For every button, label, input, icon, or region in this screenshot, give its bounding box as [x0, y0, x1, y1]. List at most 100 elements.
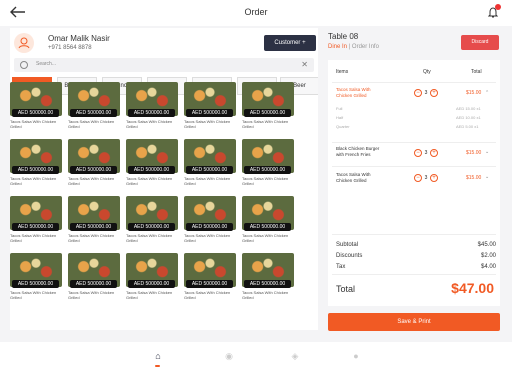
variant-price: AED 5.00 x1 [456, 124, 479, 129]
price-badge: AED 500000.00 [244, 109, 291, 117]
menu-item-card[interactable]: AED 500000.00 Tacos Salsa With Chicken Gr… [184, 196, 236, 248]
variant-price: AED 10.00 x1 [456, 115, 481, 120]
top-bar: Order [0, 0, 512, 26]
bell-icon[interactable] [487, 4, 501, 18]
order-panel: Table 08 Dine In | Order Info Discard It… [328, 28, 500, 331]
price-badge: AED 500000.00 [70, 109, 117, 117]
menu-item-card[interactable]: AED 500000.00 Tacos Salsa With Chicken Gr… [242, 196, 294, 248]
item-caption: Tacos Salsa With Chicken Grilled [242, 119, 289, 129]
item-caption: Tacos Salsa With Chicken Grilled [10, 119, 57, 129]
menu-item-card[interactable]: AED 500000.00 Tacos Salsa With Chicken Gr… [68, 196, 120, 248]
menu-item-card[interactable]: AED 500000.00 Tacos Salsa With Chicken Gr… [68, 139, 120, 191]
menu-item-card[interactable]: AED 500000.00 Tacos Salsa With Chicken Gr… [126, 139, 178, 191]
plus-icon[interactable]: + [430, 89, 438, 97]
item-caption: Tacos Salsa With Chicken Grilled [126, 233, 173, 243]
search-bar[interactable]: Search... ✕ [14, 58, 314, 72]
divider [332, 82, 496, 83]
price-badge: AED 500000.00 [128, 223, 175, 231]
menu-item-card[interactable]: AED 500000.00 Tacos Salsa With Chicken Gr… [10, 139, 62, 191]
menu-item-card[interactable]: AED 500000.00 Tacos Salsa With Chicken Gr… [126, 82, 178, 134]
order-info-link[interactable]: Order Info [352, 44, 379, 50]
item-caption: Tacos Salsa With Chicken Grilled [184, 233, 231, 243]
price-badge: AED 500000.00 [12, 223, 59, 231]
menu-item-card[interactable]: AED 500000.00 Tacos Salsa With Chicken Gr… [126, 196, 178, 248]
variant-label: Full [336, 106, 343, 111]
minus-icon[interactable]: − [414, 149, 422, 157]
plus-icon[interactable]: + [430, 149, 438, 157]
quantity-stepper[interactable]: − 3 + [414, 89, 438, 97]
item-caption: Tacos Salsa With Chicken Grilled [68, 233, 115, 243]
menu-item-card[interactable]: AED 500000.00 Tacos Salsa With Chicken Gr… [242, 139, 294, 191]
item-total: $15.00 [466, 175, 482, 181]
menu-item-card[interactable]: AED 500000.00 Tacos Salsa With Chicken Gr… [10, 253, 62, 305]
menu-item-card[interactable]: AED 500000.00 Tacos Salsa With Chicken Gr… [184, 82, 236, 134]
item-caption: Tacos Salsa With Chicken Grilled [184, 176, 231, 186]
menu-item-card[interactable]: AED 500000.00 Tacos Salsa With Chicken Gr… [242, 253, 294, 305]
menu-item-card[interactable]: AED 500000.00 Tacos Salsa With Chicken Gr… [126, 253, 178, 305]
quantity-stepper[interactable]: − 3 + [414, 174, 438, 182]
price-badge: AED 500000.00 [186, 166, 233, 174]
column-total: Total [471, 69, 482, 75]
menu-item-card[interactable]: AED 500000.00 Tacos Salsa With Chicken Gr… [242, 82, 294, 134]
menu-item-card[interactable]: AED 500000.00 Tacos Salsa With Chicken Gr… [10, 82, 62, 134]
close-icon[interactable]: ✕ [301, 60, 308, 69]
item-caption: Tacos Salsa With Chicken Grilled [242, 233, 289, 243]
notification-dot [495, 4, 501, 10]
plus-icon[interactable]: + [430, 174, 438, 182]
price-badge: AED 500000.00 [244, 223, 291, 231]
discard-button[interactable]: Discard [461, 35, 499, 50]
customer-button[interactable]: Customer + [264, 35, 316, 51]
price-badge: AED 500000.00 [244, 280, 291, 288]
dine-in-link[interactable]: Dine In [328, 44, 347, 50]
price-badge: AED 500000.00 [128, 280, 175, 288]
price-badge: AED 500000.00 [128, 109, 175, 117]
price-badge: AED 500000.00 [70, 223, 117, 231]
search-input[interactable]: Search... [36, 61, 56, 67]
divider [332, 166, 496, 167]
menu-item-card[interactable]: AED 500000.00 Tacos Salsa With Chicken Gr… [10, 196, 62, 248]
home-icon[interactable]: ⌂ [153, 351, 163, 361]
customer-name: Omar Malik Nasir [48, 34, 110, 43]
column-items: Items [336, 69, 349, 75]
order-list: Items Qty Total Tacos Salsa With Chicken… [328, 60, 500, 306]
customer-phone: +971 8564 8878 [48, 45, 92, 51]
price-badge: AED 500000.00 [186, 223, 233, 231]
divider [332, 274, 496, 275]
variant-label: Half [336, 115, 344, 120]
item-caption: Tacos Salsa With Chicken Grilled [126, 119, 173, 129]
item-caption: Tacos Salsa With Chicken Grilled [10, 233, 57, 243]
discounts-label: Discounts [336, 253, 363, 259]
save-print-button[interactable]: Save & Print [328, 313, 500, 331]
price-badge: AED 500000.00 [70, 166, 117, 174]
quantity-value: 3 [424, 175, 428, 181]
quantity-value: 3 [424, 90, 428, 96]
menu-item-card[interactable]: AED 500000.00 Tacos Salsa With Chicken Gr… [184, 253, 236, 305]
minus-icon[interactable]: − [414, 89, 422, 97]
price-badge: AED 500000.00 [186, 280, 233, 288]
avatar [14, 33, 34, 53]
subtotal-value: $45.00 [477, 242, 496, 248]
menu-item-card[interactable]: AED 500000.00 Tacos Salsa With Chicken Gr… [68, 253, 120, 305]
minus-icon[interactable]: − [414, 174, 422, 182]
quantity-stepper[interactable]: − 3 + [414, 149, 438, 157]
chevron-up-icon[interactable]: ⌃ [485, 90, 489, 96]
chevron-down-icon[interactable]: ⌄ [485, 174, 489, 180]
item-caption: Tacos Salsa With Chicken Grilled [242, 290, 289, 300]
chevron-down-icon[interactable]: ⌄ [485, 149, 489, 155]
item-caption: Tacos Salsa With Chicken Grilled [10, 290, 57, 300]
active-indicator [155, 365, 160, 367]
price-badge: AED 500000.00 [12, 166, 59, 174]
menu-item-card[interactable]: AED 500000.00 Tacos Salsa With Chicken Gr… [68, 82, 120, 134]
bag-icon[interactable]: ◈ [290, 351, 300, 361]
discounts-value: $2.00 [480, 253, 496, 259]
check-circle-icon[interactable]: ◉ [224, 351, 234, 361]
divider [332, 234, 496, 235]
menu-item-card[interactable]: AED 500000.00 Tacos Salsa With Chicken Gr… [184, 139, 236, 191]
price-badge: AED 500000.00 [12, 280, 59, 288]
user-icon[interactable]: ● [351, 351, 361, 361]
menu-grid: AED 500000.00 Tacos Salsa With Chicken Gr… [10, 82, 304, 328]
price-badge: AED 500000.00 [12, 109, 59, 117]
price-badge: AED 500000.00 [244, 166, 291, 174]
subtotal-label: Subtotal [336, 242, 359, 248]
total-value: $47.00 [451, 280, 494, 296]
